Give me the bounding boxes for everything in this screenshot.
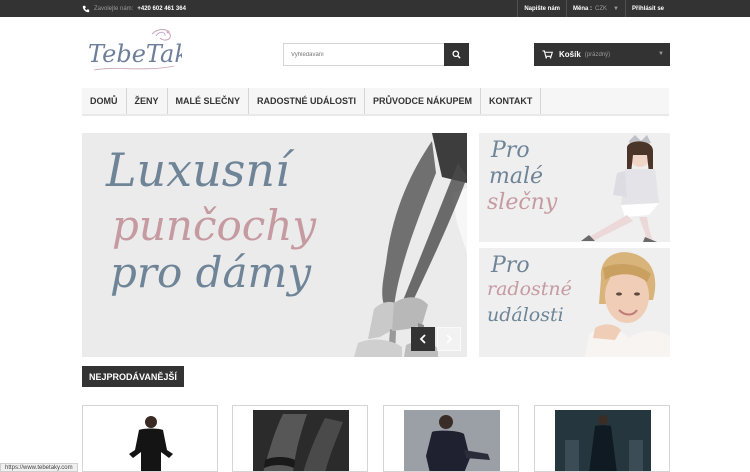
- banner-events-line-1: Pro: [491, 253, 530, 278]
- product-image: [253, 410, 349, 471]
- logo-text: TebeTaky: [88, 40, 182, 68]
- logo-image: TebeTaky: [88, 29, 203, 71]
- chevron-right-icon: [446, 334, 453, 344]
- banner-events[interactable]: Pro radostné události: [479, 248, 670, 357]
- product-card[interactable]: [232, 405, 368, 472]
- product-card[interactable]: [383, 405, 519, 472]
- phone-icon: [82, 5, 90, 12]
- menu-item-events[interactable]: RADOSTNÉ UDÁLOSTI: [249, 88, 366, 114]
- section-title: NEJPRODÁVANĚJŠÍ: [82, 366, 184, 387]
- cart-status: (prázdný): [584, 51, 611, 58]
- contact-link[interactable]: Napište nám: [517, 0, 566, 17]
- call-info: Zavolejte nám: +420 602 461 364: [82, 0, 186, 17]
- menu-item-home[interactable]: DOMŮ: [82, 88, 127, 114]
- menu-item-contact[interactable]: KONTAKT: [481, 88, 542, 114]
- call-label: Zavolejte nám:: [94, 5, 134, 12]
- top-links: Napište nám Měna : CZK ▼ Přihlásit se: [517, 0, 670, 17]
- contact-label: Napište nám: [524, 5, 561, 12]
- main-menu: DOMŮ ŽENY MALÉ SLEČNY RADOSTNÉ UDÁLOSTI …: [82, 88, 669, 116]
- search-bar: [283, 43, 469, 66]
- product-image: [555, 410, 651, 471]
- product-card[interactable]: [82, 405, 218, 472]
- chevron-down-icon: ▼: [613, 5, 619, 12]
- search-input[interactable]: [283, 43, 444, 66]
- phone-number[interactable]: +420 602 461 364: [137, 6, 186, 12]
- banner-girls-image: [581, 135, 659, 242]
- site-logo[interactable]: TebeTaky: [86, 26, 203, 78]
- menu-item-guide[interactable]: PRŮVODCE NÁKUPEM: [365, 88, 482, 114]
- product-image: [404, 410, 500, 471]
- top-bar: Zavolejte nám: +420 602 461 364 Napište …: [0, 0, 750, 17]
- product-card[interactable]: [534, 405, 670, 472]
- banner-girls-line-3: slečny: [487, 190, 558, 215]
- product-image: [129, 416, 173, 471]
- slider-legs-image: [354, 133, 467, 357]
- banner-events-line-3: události: [487, 304, 564, 326]
- banner-girls-line-2: malé: [489, 164, 544, 189]
- banner-girls-line-1: Pro: [491, 138, 530, 163]
- chevron-left-icon: [419, 334, 426, 344]
- cart-icon: [542, 50, 553, 59]
- chevron-down-icon: ▼: [658, 51, 664, 57]
- currency-selector[interactable]: Měna : CZK ▼: [566, 0, 625, 17]
- banner-events-line-2: radostné: [487, 278, 572, 300]
- menu-item-women[interactable]: ŽENY: [127, 88, 168, 114]
- cart-title: Košík: [559, 50, 581, 59]
- hero-slider[interactable]: Luxusní punčochy pro dámy: [82, 133, 467, 357]
- search-button[interactable]: [444, 43, 469, 66]
- slider-prev-button[interactable]: [411, 327, 435, 351]
- currency-value: CZK: [595, 5, 608, 12]
- login-link[interactable]: Přihlásit se: [624, 0, 670, 17]
- slider-next-button[interactable]: [437, 327, 461, 351]
- banner-girls[interactable]: Pro malé slečny: [479, 133, 670, 242]
- search-icon: [452, 50, 461, 59]
- currency-label: Měna :: [573, 5, 593, 12]
- banner-events-image: [585, 252, 670, 357]
- cart-button[interactable]: Košík (prázdný) ▼: [534, 43, 670, 66]
- slider-line-1: Luxusní: [106, 143, 290, 197]
- login-label: Přihlásit se: [631, 5, 664, 12]
- status-bar-url: https://www.tebetaky.com: [0, 463, 78, 472]
- menu-item-girls[interactable]: MALÉ SLEČNY: [168, 88, 250, 114]
- slider-line-3: pro dámy: [110, 248, 312, 297]
